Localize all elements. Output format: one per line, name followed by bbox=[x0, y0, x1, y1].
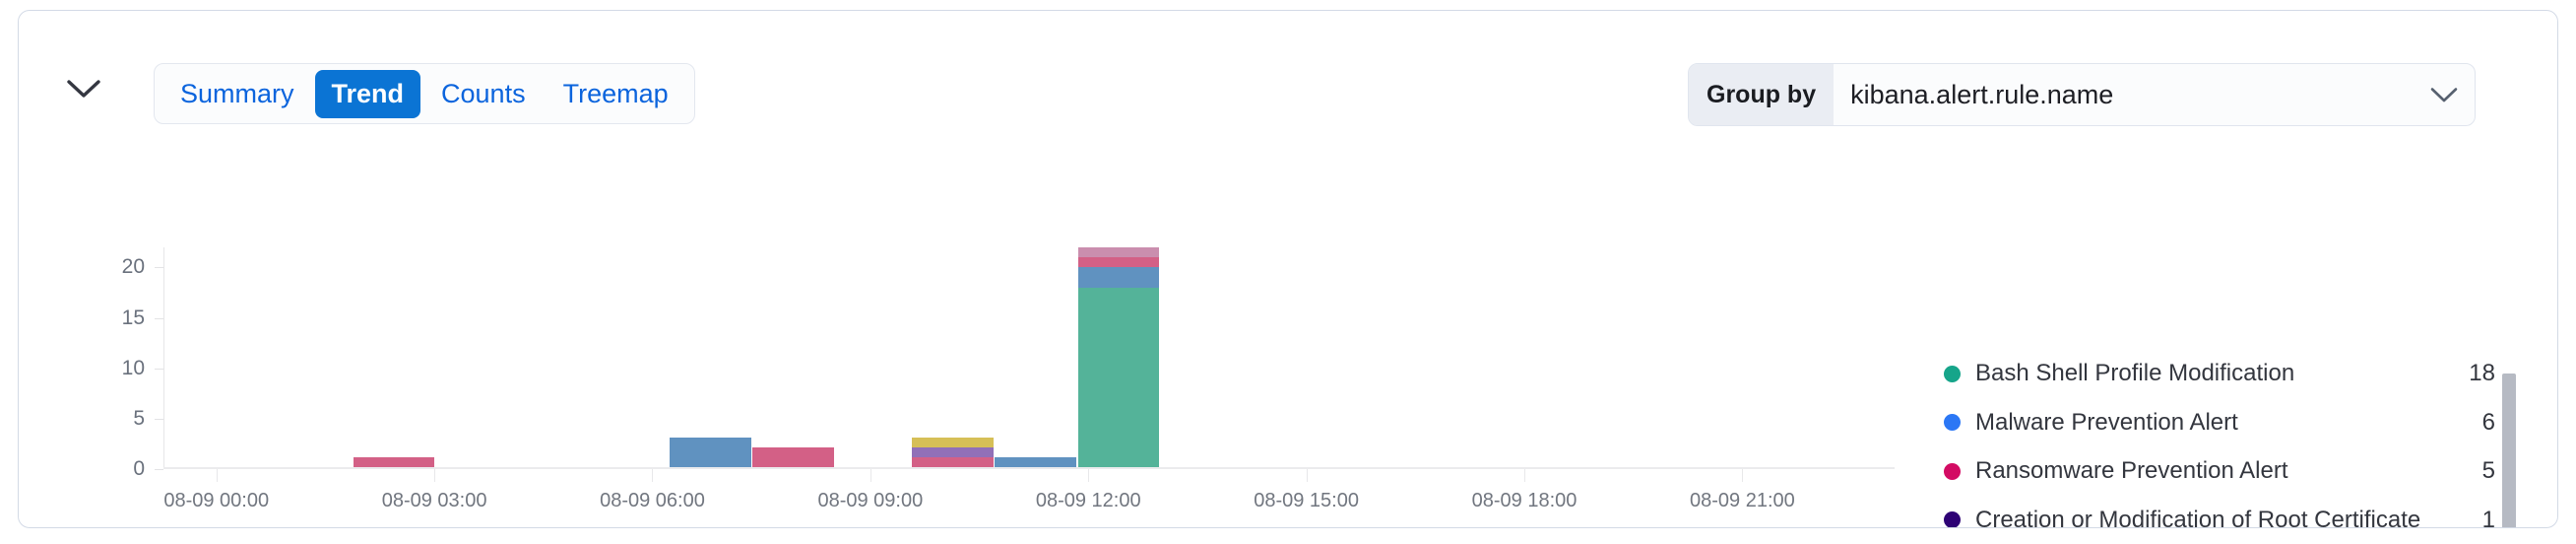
x-axis-tick-label: 08-09 18:00 bbox=[1471, 490, 1578, 511]
y-axis-tick-mark bbox=[155, 469, 163, 470]
chart-bar-segment[interactable] bbox=[912, 446, 994, 457]
y-axis-tick-label: 15 bbox=[121, 306, 145, 329]
legend-item[interactable]: Bash Shell Profile Modification 18 bbox=[1944, 359, 2495, 388]
legend-color-dot-icon bbox=[1944, 511, 1961, 527]
legend-item-label: Malware Prevention Alert bbox=[1975, 408, 2238, 436]
view-tab-group: Summary Trend Counts Treemap bbox=[154, 63, 695, 124]
collapse-chevron-down-icon[interactable] bbox=[60, 65, 107, 112]
legend-scrollbar-thumb[interactable] bbox=[2502, 374, 2516, 527]
legend-item-count: 5 bbox=[2481, 457, 2495, 484]
x-axis-tick-label: 08-09 15:00 bbox=[1254, 490, 1359, 511]
legend-item-label: Bash Shell Profile Modification bbox=[1975, 360, 2295, 386]
legend-item-label: Creation or Modification of Root Certifi… bbox=[1975, 506, 2421, 528]
chart-bar[interactable] bbox=[353, 456, 435, 467]
y-axis-tick-mark bbox=[155, 368, 163, 370]
legend-color-dot-icon bbox=[1944, 462, 1961, 480]
bar-chart-plot: 0 5 10 15 20 08-09 00:00 08-09 03:00 08-09 06:… bbox=[107, 247, 1895, 511]
chart-bar-segment[interactable] bbox=[353, 456, 435, 467]
legend-item[interactable]: Creation or Modification of Root Certifi… bbox=[1944, 506, 2495, 528]
chart-bar-segment[interactable] bbox=[995, 456, 1076, 467]
legend-item-count: 18 bbox=[2469, 360, 2495, 386]
panel-header: Summary Trend Counts Treemap Group by ki… bbox=[19, 11, 2557, 126]
group-by-label: Group by bbox=[1689, 64, 1835, 125]
x-axis-tick-label: 08-09 09:00 bbox=[817, 490, 924, 511]
chart-bar-segment[interactable] bbox=[1077, 267, 1160, 288]
legend-color-dot-icon bbox=[1944, 365, 1961, 382]
y-axis: 0 5 10 15 20 bbox=[107, 247, 155, 480]
y-axis-tick-label: 20 bbox=[121, 255, 145, 279]
bar-series-group bbox=[164, 247, 1895, 467]
legend-item[interactable]: Ransomware Prevention Alert 5 bbox=[1944, 456, 2495, 486]
chart-bar-segment[interactable] bbox=[912, 437, 994, 447]
y-axis-tick-mark bbox=[155, 267, 163, 269]
x-axis-tick-label: 08-09 12:00 bbox=[1035, 490, 1141, 511]
legend-item-label: Ransomware Prevention Alert bbox=[1975, 457, 2288, 484]
chevron-down-icon[interactable] bbox=[2414, 64, 2475, 125]
y-axis-tick-label: 0 bbox=[133, 457, 145, 480]
y-axis-tick-mark bbox=[155, 317, 163, 319]
y-axis-tick-mark bbox=[155, 418, 163, 420]
chart-legend: Bash Shell Profile Modification 18 Malware… bbox=[1944, 359, 2495, 528]
x-axis-tick-label: 08-09 06:00 bbox=[600, 490, 705, 511]
x-axis-tick-label: 08-09 21:00 bbox=[1689, 490, 1795, 511]
x-axis-tick-label: 08-09 00:00 bbox=[163, 490, 270, 511]
chart-bar[interactable] bbox=[995, 456, 1076, 467]
group-by-select[interactable]: kibana.alert.rule.name bbox=[1834, 64, 2414, 125]
chart-container: 0 5 10 15 20 08-09 00:00 08-09 03:00 08-09 06:… bbox=[19, 119, 2557, 528]
tab-counts[interactable]: Counts bbox=[424, 70, 543, 118]
chart-bar-segment[interactable] bbox=[912, 456, 994, 467]
chart-bar[interactable] bbox=[670, 437, 751, 467]
tab-trend[interactable]: Trend bbox=[314, 69, 421, 118]
x-axis-labels: 08-09 00:00 08-09 03:00 08-09 06:00 08-09 0… bbox=[163, 469, 1895, 511]
y-axis-tick-label: 5 bbox=[133, 406, 145, 430]
group-by-control: Group by kibana.alert.rule.name bbox=[1688, 63, 2476, 126]
legend-item-count: 1 bbox=[2481, 506, 2495, 528]
chart-bar[interactable] bbox=[912, 437, 994, 467]
chart-bar[interactable] bbox=[1077, 247, 1160, 467]
chart-bar-segment[interactable] bbox=[670, 437, 751, 467]
tab-treemap[interactable]: Treemap bbox=[547, 70, 685, 118]
chart-bar[interactable] bbox=[752, 446, 834, 467]
alerts-visualization-panel: Summary Trend Counts Treemap Group by ki… bbox=[18, 10, 2558, 528]
chart-bar-segment[interactable] bbox=[752, 446, 834, 467]
tab-summary[interactable]: Summary bbox=[163, 70, 311, 118]
legend-item[interactable]: Malware Prevention Alert 6 bbox=[1944, 408, 2495, 438]
x-axis-tick-label: 08-09 03:00 bbox=[381, 490, 487, 511]
legend-item-count: 6 bbox=[2481, 408, 2495, 436]
chart-bar-segment[interactable] bbox=[1077, 287, 1160, 467]
chart-bar-segment[interactable] bbox=[1077, 257, 1160, 268]
chart-bar-segment[interactable] bbox=[1077, 247, 1160, 258]
legend-color-dot-icon bbox=[1944, 414, 1961, 431]
y-axis-tick-label: 10 bbox=[121, 356, 145, 379]
alerts-trend-panel-root: Summary Trend Counts Treemap Group by ki… bbox=[0, 0, 2576, 544]
